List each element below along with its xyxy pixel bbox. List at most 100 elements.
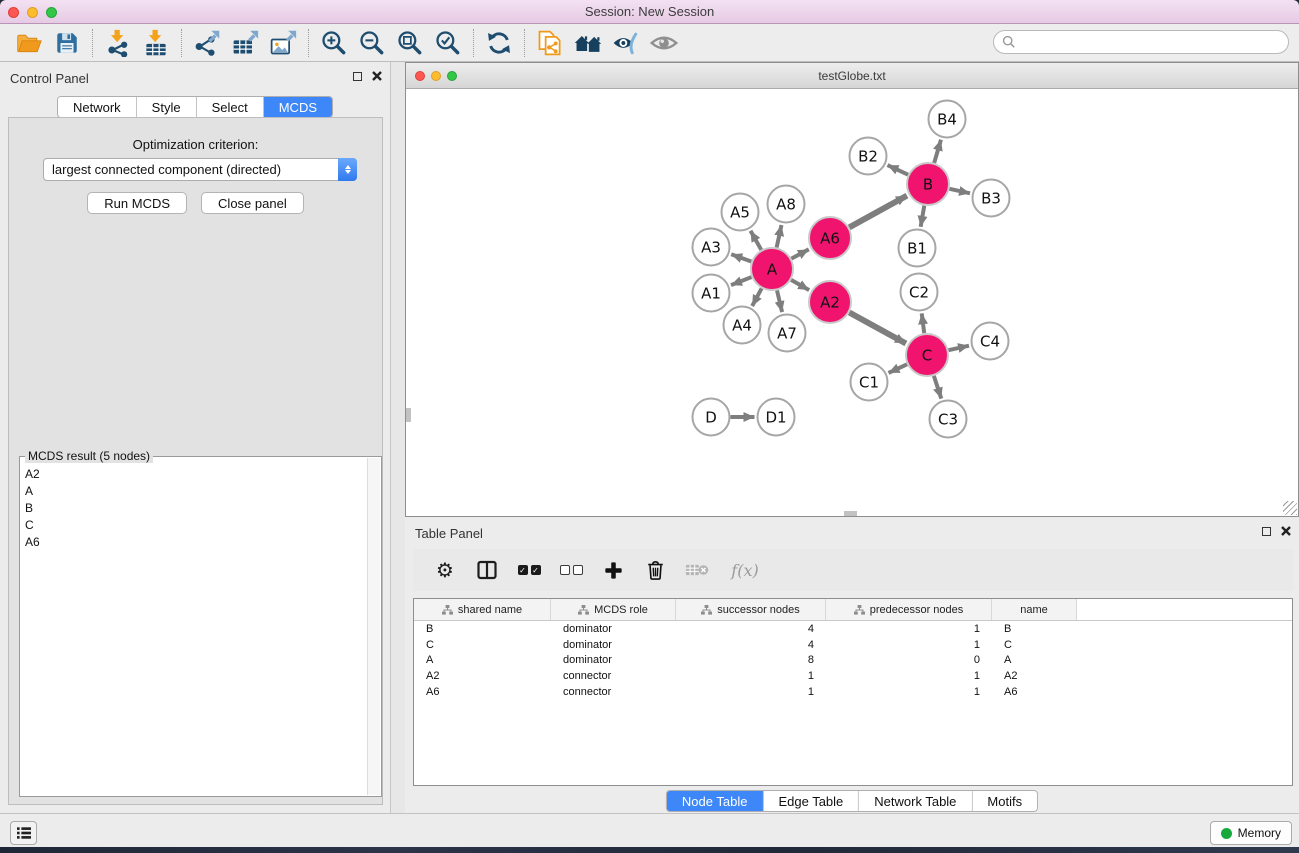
canvas-vertical-thumb[interactable] xyxy=(406,408,411,422)
table-cell[interactable]: A2 xyxy=(414,670,551,682)
show-log-button[interactable] xyxy=(10,821,37,845)
criterion-select[interactable]: largest connected component (directed) xyxy=(43,158,357,181)
node-A2[interactable]: A2 xyxy=(809,281,851,323)
edge-A-A8[interactable] xyxy=(777,225,782,247)
table-cell[interactable]: dominator xyxy=(551,654,676,666)
node-C2[interactable]: C2 xyxy=(901,274,938,311)
zoom-fit-button[interactable] xyxy=(391,27,429,59)
search-input[interactable] xyxy=(1021,35,1280,49)
edge-B-B1[interactable] xyxy=(921,206,925,227)
table-cell[interactable]: dominator xyxy=(551,639,676,651)
column-header-MCDS-role[interactable]: MCDS role xyxy=(551,599,676,620)
edge-C-C3[interactable] xyxy=(934,376,941,399)
edge-C-C2[interactable] xyxy=(922,313,925,333)
edge-A-A3[interactable] xyxy=(731,254,751,261)
canvas-horizontal-thumb[interactable] xyxy=(844,511,857,516)
network-graph[interactable]: B4B2BB3A8A5A6A3B1AC2A1A2A4A7C4CC1C3DD1 xyxy=(406,89,1298,516)
table-row[interactable]: Bdominator41B xyxy=(414,621,1292,637)
import-table-button[interactable] xyxy=(137,27,175,59)
node-A1[interactable]: A1 xyxy=(693,275,730,312)
table-cell[interactable]: 1 xyxy=(676,670,826,682)
export-network-button[interactable] xyxy=(188,27,226,59)
mcds-result-item[interactable]: C xyxy=(21,516,366,533)
zoom-out-button[interactable] xyxy=(353,27,391,59)
node-A8[interactable]: A8 xyxy=(768,186,805,223)
node-B2[interactable]: B2 xyxy=(850,138,887,175)
float-table-panel-icon[interactable] xyxy=(1262,527,1271,536)
node-B[interactable]: B xyxy=(907,163,949,205)
table-cell[interactable]: 1 xyxy=(826,670,992,682)
table-row[interactable]: Cdominator41C xyxy=(414,637,1292,653)
column-header-shared-name[interactable]: shared name xyxy=(414,599,551,620)
delete-column-button[interactable] xyxy=(641,556,669,584)
table-cell[interactable]: A2 xyxy=(992,670,1077,682)
node-A7[interactable]: A7 xyxy=(769,315,806,352)
table-cell[interactable]: C xyxy=(992,639,1077,651)
add-column-button[interactable] xyxy=(599,556,627,584)
zoom-in-button[interactable] xyxy=(315,27,353,59)
table-cell[interactable]: 1 xyxy=(826,623,992,635)
function-builder-button[interactable]: f(x) xyxy=(725,556,765,584)
table-cell[interactable]: C xyxy=(414,639,551,651)
table-cell[interactable]: A6 xyxy=(992,686,1077,698)
table-cell[interactable]: 1 xyxy=(676,686,826,698)
node-C[interactable]: C xyxy=(906,334,948,376)
edge-A2-C[interactable] xyxy=(849,313,906,344)
duplicate-network-button[interactable] xyxy=(531,27,569,59)
refresh-layout-button[interactable] xyxy=(480,27,518,59)
search-field[interactable] xyxy=(993,30,1289,54)
tab-style[interactable]: Style xyxy=(137,97,197,117)
table-cell[interactable]: 4 xyxy=(676,623,826,635)
edge-A-A6[interactable] xyxy=(791,249,808,258)
edge-A-A5[interactable] xyxy=(751,231,762,250)
edge-B-B4[interactable] xyxy=(934,140,941,163)
result-scrollbar[interactable] xyxy=(367,458,380,795)
node-A4[interactable]: A4 xyxy=(724,307,761,344)
column-header-name[interactable]: name xyxy=(992,599,1077,620)
node-C1[interactable]: C1 xyxy=(851,364,888,401)
hide-graphics-details-button[interactable] xyxy=(607,27,645,59)
table-cell[interactable]: B xyxy=(414,623,551,635)
table-cell[interactable]: connector xyxy=(551,670,676,682)
import-network-button[interactable] xyxy=(99,27,137,59)
node-A5[interactable]: A5 xyxy=(722,194,759,231)
edge-C-C4[interactable] xyxy=(948,346,969,351)
edge-A-A1[interactable] xyxy=(731,277,752,285)
table-cell[interactable]: A xyxy=(992,654,1077,666)
open-session-button[interactable] xyxy=(10,27,48,59)
column-header-predecessor-nodes[interactable]: predecessor nodes xyxy=(826,599,992,620)
tab-network-table[interactable]: Network Table xyxy=(859,791,972,811)
node-B3[interactable]: B3 xyxy=(973,180,1010,217)
save-session-button[interactable] xyxy=(48,27,86,59)
node-A6[interactable]: A6 xyxy=(809,217,851,259)
edge-B-B2[interactable] xyxy=(887,165,908,175)
table-cell[interactable]: dominator xyxy=(551,623,676,635)
node-C3[interactable]: C3 xyxy=(930,401,967,438)
close-panel-button[interactable]: Close panel xyxy=(201,192,304,214)
table-cell[interactable]: A xyxy=(414,654,551,666)
node-B1[interactable]: B1 xyxy=(899,230,936,267)
network-window-titlebar[interactable]: testGlobe.txt xyxy=(406,63,1298,89)
node-C4[interactable]: C4 xyxy=(972,323,1009,360)
table-cell[interactable]: 4 xyxy=(676,639,826,651)
tab-motifs[interactable]: Motifs xyxy=(972,791,1037,811)
edge-C-C1[interactable] xyxy=(888,364,907,373)
table-cell[interactable]: 0 xyxy=(826,654,992,666)
tab-node-table[interactable]: Node Table xyxy=(667,791,764,811)
node-D[interactable]: D xyxy=(693,399,730,436)
node-A3[interactable]: A3 xyxy=(693,229,730,266)
run-mcds-button[interactable]: Run MCDS xyxy=(87,192,187,214)
delete-table-button[interactable] xyxy=(683,556,711,584)
mcds-result-item[interactable]: A xyxy=(21,482,366,499)
deselect-all-columns-button[interactable] xyxy=(557,556,585,584)
select-all-columns-button[interactable]: ✓✓ xyxy=(515,556,543,584)
split-panel-button[interactable] xyxy=(473,556,501,584)
mcds-result-item[interactable]: B xyxy=(21,499,366,516)
edge-B-B3[interactable] xyxy=(949,189,970,194)
table-cell[interactable]: B xyxy=(992,623,1077,635)
tab-edge-table[interactable]: Edge Table xyxy=(763,791,859,811)
node-D1[interactable]: D1 xyxy=(758,399,795,436)
first-neighbors-button[interactable] xyxy=(569,27,607,59)
export-image-button[interactable] xyxy=(264,27,302,59)
table-cell[interactable]: 1 xyxy=(826,686,992,698)
